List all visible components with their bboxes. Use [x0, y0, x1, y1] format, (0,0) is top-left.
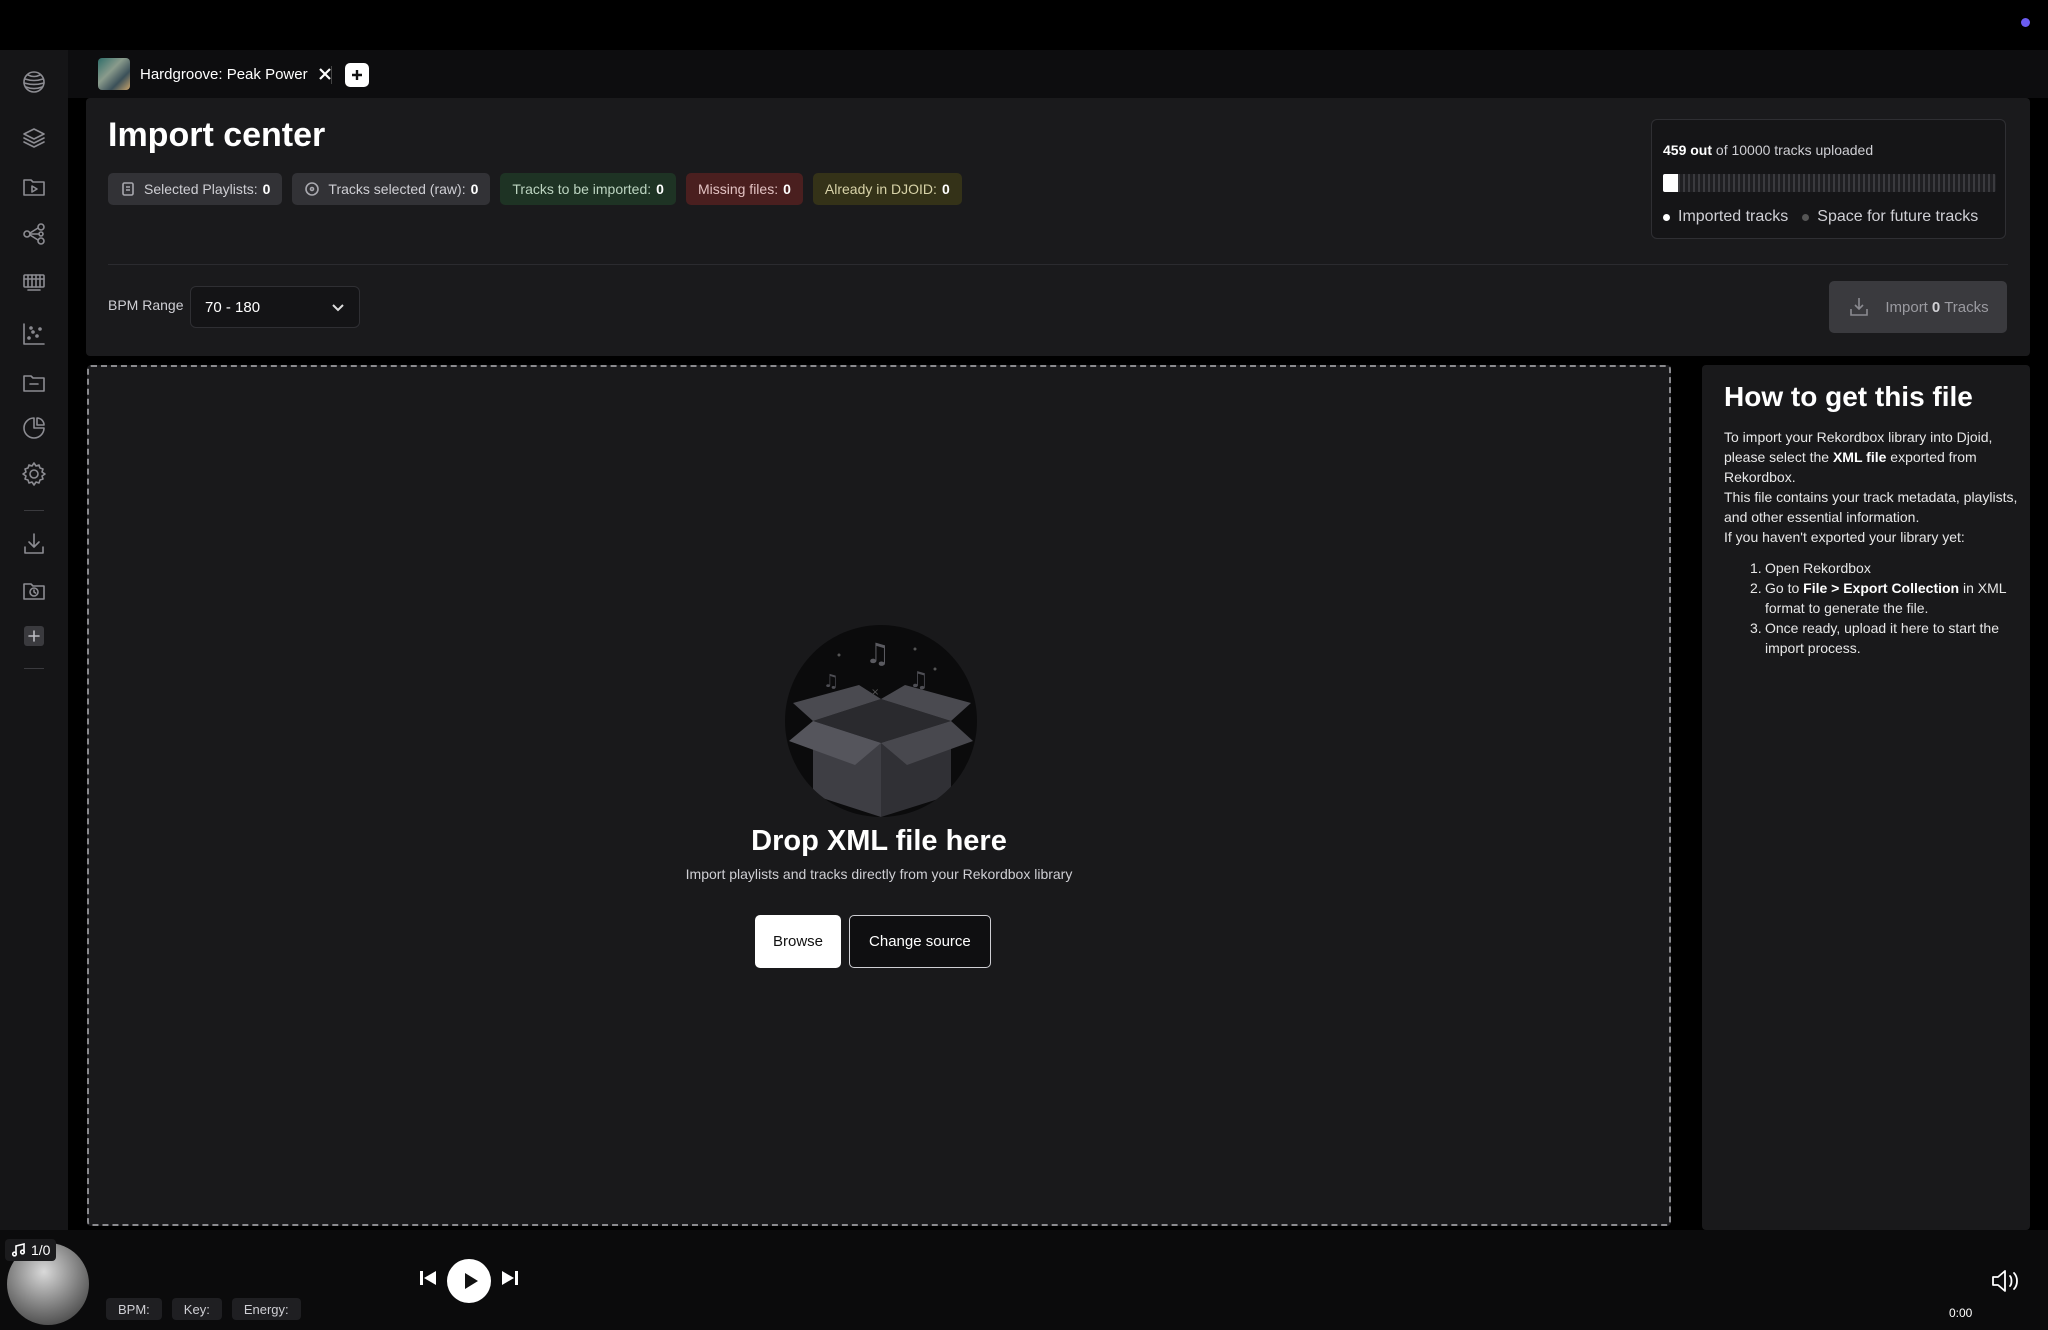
upload-legend: Imported tracks Space for future tracks [1663, 208, 1978, 226]
help-steps: 1. Open Rekordbox 2. Go to File > Export C… [1724, 558, 2024, 658]
open-box-illustration: ♫ ♫ ♫ × [785, 625, 977, 817]
pie-chart-icon[interactable] [18, 412, 50, 444]
playback-time: 0:00 [1949, 1306, 1973, 1320]
scatter-chart-icon[interactable] [18, 318, 50, 350]
key-meta: Key: [171, 1298, 222, 1320]
help-step: 2. Go to File > Export Collection in XML … [1750, 580, 2007, 616]
upload-count-text: 459 out of 10000 tracks uploaded [1663, 142, 1874, 158]
import-tracks-button[interactable]: Import 0 Tracks [1829, 281, 2007, 333]
dropzone-actions: Browse Change source [755, 915, 991, 968]
tab-divider [331, 66, 332, 84]
status-dot [2021, 18, 2030, 27]
dropzone-subtitle: Import playlists and tracks directly fro… [685, 866, 1073, 882]
sidebar-divider [24, 668, 44, 669]
change-source-button[interactable]: Change source [849, 915, 991, 968]
next-track-icon[interactable] [500, 1268, 520, 1288]
folder-icon[interactable] [18, 366, 50, 398]
logo-icon[interactable] [18, 66, 50, 98]
dropzone-title: Drop XML file here [751, 825, 1007, 857]
share-graph-icon[interactable] [18, 218, 50, 250]
sidebar-divider [24, 510, 44, 511]
import-icon [1850, 298, 1869, 316]
top-bar [0, 0, 2048, 50]
document-icon [120, 181, 136, 197]
disc-icon [304, 181, 320, 197]
plus-icon [352, 70, 362, 80]
download-icon[interactable] [18, 528, 50, 560]
help-step: 3. Once ready, upload it here to start th… [1750, 620, 1999, 656]
play-icon [464, 1273, 478, 1289]
music-note-icon [11, 1243, 26, 1257]
legend-space: Space for future tracks [1802, 208, 1978, 226]
chip-missing-files: Missing files: 0 [685, 173, 803, 205]
energy-meta: Energy: [231, 1298, 301, 1320]
bpm-range-label: BPM Range [108, 297, 184, 313]
upload-progress-fill [1663, 174, 1679, 192]
add-tab-button[interactable] [345, 63, 369, 87]
chip-selected-playlists: Selected Playlists: 0 [108, 173, 283, 205]
bpm-meta: BPM: [106, 1298, 162, 1320]
settings-icon[interactable] [18, 458, 50, 490]
header-divider [108, 264, 2008, 265]
stats-chips: Selected Playlists: 0 Tracks selected (ra… [108, 173, 962, 205]
chip-tracks-to-import: Tracks to be imported: 0 [500, 173, 676, 205]
browse-button[interactable]: Browse [755, 915, 842, 968]
xml-dropzone[interactable]: ♫ ♫ ♫ × Drop XML file here Import playli… [87, 365, 1671, 1226]
page-title: Import center [108, 116, 326, 154]
bpm-range-select[interactable]: 70 - 180 [190, 286, 360, 328]
player-bar: 1/0 BPM: Key: Energy: 0:00 [0, 1230, 2048, 1330]
svg-text:♫: ♫ [865, 637, 890, 670]
layers-icon[interactable] [18, 122, 50, 154]
help-panel: How to get this file To import your Reko… [1702, 365, 2030, 1230]
queue-count-badge[interactable]: 1/0 [5, 1239, 57, 1261]
help-title: How to get this file [1724, 381, 1973, 412]
import-header: Import center Selected Playlists: 0 Track… [86, 98, 2030, 356]
upload-progress-bar [1663, 174, 1996, 192]
track-meta: BPM: Key: Energy: [106, 1298, 301, 1320]
sidebar [0, 50, 68, 1230]
folder-clock-icon[interactable] [18, 574, 50, 606]
previous-track-icon[interactable] [418, 1268, 438, 1288]
tab-hardgroove[interactable]: Hardgroove: Peak Power [98, 58, 334, 90]
bpm-range-value: 70 - 180 [205, 298, 261, 316]
chip-tracks-selected: Tracks selected (raw): 0 [292, 173, 491, 205]
tab-bar: Hardgroove: Peak Power [68, 50, 2048, 98]
folder-play-icon[interactable] [18, 170, 50, 202]
help-step: 1. Open Rekordbox [1750, 560, 1871, 576]
upload-quota-card: 459 out of 10000 tracks uploaded Importe… [1651, 119, 2006, 239]
volume-icon[interactable] [1990, 1268, 2020, 1294]
legend-imported: Imported tracks [1663, 208, 1788, 226]
mixer-icon[interactable] [18, 266, 50, 298]
playlist-thumbnail [98, 58, 130, 90]
play-button[interactable] [447, 1259, 491, 1303]
tab-title: Hardgroove: Peak Power [140, 65, 308, 83]
chip-already-in-djoid: Already in DJOID: 0 [812, 173, 962, 205]
svg-text:♫: ♫ [823, 671, 839, 692]
help-description: To import your Rekordbox library into Dj… [1724, 429, 2018, 545]
chevron-down-icon [329, 298, 347, 316]
add-icon[interactable] [18, 620, 50, 652]
